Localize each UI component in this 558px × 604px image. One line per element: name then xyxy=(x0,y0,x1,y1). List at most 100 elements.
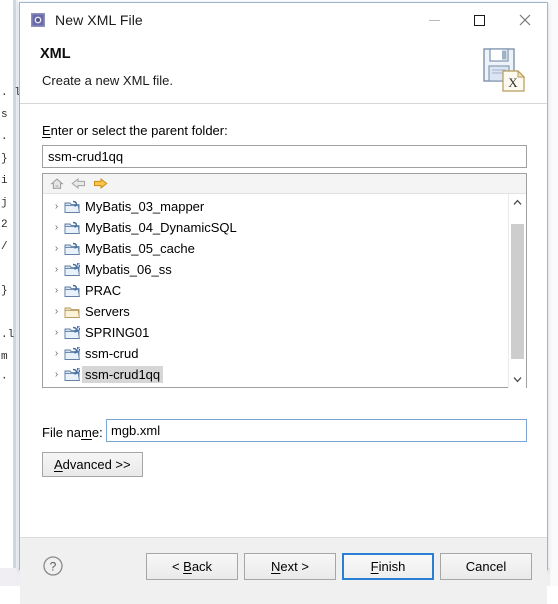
cancel-button[interactable]: Cancel xyxy=(440,553,532,580)
xml-file-icon xyxy=(30,12,46,28)
dialog-footer: ? < Back Next > Finish Cancel xyxy=(20,537,547,604)
svg-text:5: 5 xyxy=(77,325,81,332)
backdrop-text-line: . xyxy=(1,131,8,143)
java-project-folder-icon xyxy=(64,199,82,215)
folder-tree-panel: › MyBatis_03_mapper › MyBatis_04_DynamicS… xyxy=(42,173,527,388)
chevron-right-icon[interactable]: › xyxy=(49,264,64,275)
file-name-label-b: e: xyxy=(91,425,103,440)
file-name-label: File name: xyxy=(42,425,103,440)
backdrop-text-line: i xyxy=(1,175,8,187)
advanced-button-rest: dvanced >> xyxy=(62,457,131,472)
dialog-header: XML Create a new XML file. X xyxy=(20,37,547,104)
next-button-c: ext > xyxy=(280,559,309,574)
tree-item-label: ssm-crud xyxy=(85,346,139,361)
chevron-right-icon[interactable]: › xyxy=(49,327,64,338)
chevron-right-icon[interactable]: › xyxy=(49,348,64,359)
advanced-button[interactable]: Advanced >> xyxy=(42,452,143,477)
page-description: Create a new XML file. xyxy=(42,73,174,88)
new-xml-file-dialog: New XML File XML Create a new XML file. xyxy=(19,2,548,604)
svg-text:X: X xyxy=(508,75,518,90)
backdrop-text-line: s xyxy=(1,109,8,121)
file-name-label-a: File na xyxy=(42,425,82,440)
java-project-folder-icon xyxy=(64,220,82,236)
home-icon[interactable] xyxy=(48,176,65,192)
java-project-folder-icon: 5 xyxy=(64,325,82,341)
java-project-folder-icon: 5 xyxy=(64,367,82,383)
backdrop-text-line: } xyxy=(1,285,8,297)
next-button[interactable]: Next > xyxy=(244,553,336,580)
close-icon[interactable] xyxy=(502,3,547,37)
next-button-mnemonic: N xyxy=(271,559,281,574)
tree-item-mybatis-03-mapper[interactable]: › MyBatis_03_mapper xyxy=(43,196,509,217)
finish-button[interactable]: Finish xyxy=(342,553,434,580)
back-button-mnemonic: B xyxy=(183,559,192,574)
java-project-folder-icon xyxy=(64,241,82,257)
tree-item-spring01[interactable]: › 5 SPRING01 xyxy=(43,322,509,343)
tree-item-servers[interactable]: › Servers xyxy=(43,301,509,322)
svg-text:?: ? xyxy=(50,560,57,574)
maximize-icon[interactable] xyxy=(457,3,502,37)
back-button[interactable]: < Back xyxy=(146,553,238,580)
java-project-folder-icon: 5 xyxy=(64,346,82,362)
window-controls xyxy=(412,3,547,37)
help-icon[interactable]: ? xyxy=(42,555,64,577)
dialog-body: Enter or select the parent folder: ssm-c… xyxy=(20,104,547,537)
tree-item-label: ssm-crud1qq xyxy=(82,366,164,383)
tree-scroll-area: › MyBatis_03_mapper › MyBatis_04_DynamicS… xyxy=(43,194,526,388)
tree-item-ssm-crud[interactable]: › 5 ssm-crud xyxy=(43,343,509,364)
chevron-right-icon[interactable]: › xyxy=(49,243,64,254)
cancel-button-c: Cancel xyxy=(465,559,507,574)
tree-item-label: MyBatis_03_mapper xyxy=(85,199,205,214)
tree-item-prac[interactable]: › PRAC xyxy=(43,280,509,301)
page-title: XML xyxy=(40,46,71,62)
backdrop-text-line: } xyxy=(1,153,8,165)
parent-folder-label: Enter or select the parent folder: xyxy=(42,123,228,138)
file-name-input[interactable] xyxy=(106,419,527,442)
tree-item-ssm-crud1qq[interactable]: › 5 ssm-crud1qq xyxy=(43,364,509,385)
back-button-c: ack xyxy=(191,559,213,574)
backdrop-text-line: 2 xyxy=(1,219,8,231)
scrollbar-thumb[interactable] xyxy=(511,224,524,359)
java-project-folder-icon xyxy=(64,283,82,299)
tree-toolbar xyxy=(43,174,526,194)
finish-button-mnemonic: F xyxy=(370,559,379,574)
backdrop-text-line: .l xyxy=(1,329,15,341)
back-button-a: < xyxy=(171,559,184,574)
xml-save-banner-icon: X xyxy=(478,44,530,96)
chevron-right-icon[interactable]: › xyxy=(49,369,64,380)
parent-folder-label-mnemonic: E xyxy=(42,123,51,138)
tree-vertical-scrollbar[interactable] xyxy=(508,194,526,388)
minimize-icon[interactable] xyxy=(412,3,457,37)
backdrop-text-line: / xyxy=(1,241,8,253)
backdrop-text-line: · xyxy=(1,373,8,385)
plain-folder-icon xyxy=(64,304,82,320)
back-arrow-icon[interactable] xyxy=(70,176,87,192)
svg-text:5: 5 xyxy=(77,262,81,269)
tree-item-label: Servers xyxy=(85,304,130,319)
chevron-up-icon[interactable] xyxy=(509,194,526,211)
tree-item-label: Mybatis_06_ss xyxy=(85,262,172,277)
editor-right-strip xyxy=(550,0,558,586)
chevron-down-icon[interactable] xyxy=(509,371,526,388)
parent-folder-input[interactable] xyxy=(42,145,527,168)
file-name-label-mnemonic: m xyxy=(81,425,92,440)
svg-text:5: 5 xyxy=(77,367,81,374)
chevron-right-icon[interactable]: › xyxy=(49,285,64,296)
tree-item-label: SPRING01 xyxy=(85,325,150,340)
tree-item-mybatis-06-ss[interactable]: › 5 Mybatis_06_ss xyxy=(43,259,509,280)
tree-item-mybatis-04-dynamicsql[interactable]: › MyBatis_04_DynamicSQL xyxy=(43,217,509,238)
java-project-folder-icon: 5 xyxy=(64,262,82,278)
advanced-button-mnemonic: A xyxy=(54,457,63,472)
footer-button-group: < Back Next > Finish Cancel xyxy=(146,553,532,580)
chevron-right-icon[interactable]: › xyxy=(49,306,64,317)
parent-folder-label-rest: nter or select the parent folder: xyxy=(50,123,228,138)
chevron-right-icon[interactable]: › xyxy=(49,222,64,233)
backdrop-text-line: . l xyxy=(1,87,21,99)
tree-item-label: MyBatis_04_DynamicSQL xyxy=(85,220,237,235)
dialog-titlebar: New XML File xyxy=(20,3,547,37)
folder-tree-list: › MyBatis_03_mapper › MyBatis_04_DynamicS… xyxy=(43,196,509,385)
chevron-right-icon[interactable]: › xyxy=(49,201,64,212)
backdrop-text-line: m xyxy=(1,351,8,363)
forward-arrow-icon[interactable] xyxy=(92,176,109,192)
tree-item-mybatis-05-cache[interactable]: › MyBatis_05_cache xyxy=(43,238,509,259)
